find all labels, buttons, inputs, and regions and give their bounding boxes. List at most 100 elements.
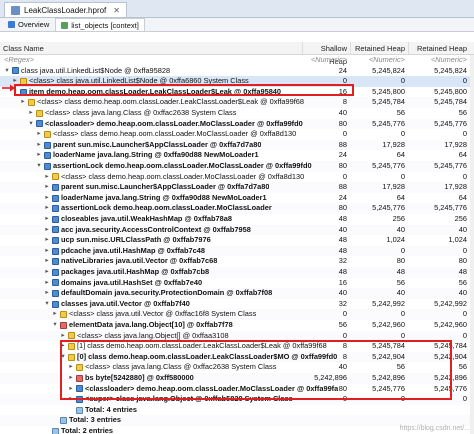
expanded-twistie-icon[interactable]: ▾: [28, 119, 34, 130]
retained-heap-cell-2: 40: [458, 288, 467, 298]
table-row[interactable]: ▾ elementData java.lang.Object[10] @ 0xff…: [0, 320, 474, 331]
collapsed-twistie-icon[interactable]: ▸: [44, 193, 50, 204]
retained-heap-cell-2: 0: [462, 309, 467, 319]
collapsed-twistie-icon[interactable]: ▸: [44, 214, 50, 225]
collapsed-twistie-icon[interactable]: ▸: [44, 288, 50, 299]
row-label: packages java.util.HashMap @ 0xffab7cb8: [61, 267, 210, 276]
table-row[interactable]: ▸ pdcache java.util.HashMap @ 0xffab7c48 4…: [0, 245, 474, 257]
retained-heap-cell-2: 48: [458, 267, 467, 276]
table-row[interactable]: ▸ domains java.util.HashSet @ 0xffab7e40 1…: [0, 278, 474, 289]
shallow-filter-input[interactable]: <Numeric>: [302, 55, 350, 66]
retained-heap-cell-2: 0: [462, 245, 467, 255]
retained-heap-cell: 0: [400, 76, 405, 86]
tab-list-objects-label: list_objects [context]: [71, 20, 139, 30]
row-label: assertionLock demo.heap.oom.classLoader.…: [53, 161, 312, 170]
collapsed-twistie-icon[interactable]: ▸: [20, 97, 26, 108]
table-row[interactable]: ▸ parent sun.misc.Launcher$AppClassLoader…: [0, 139, 474, 151]
object-icon: [36, 120, 43, 128]
row-label: loaderName java.lang.String @ 0xffa90d88…: [61, 192, 267, 202]
object-icon: [52, 300, 59, 308]
table-row[interactable]: ▸ <class> class demo.heap.oom.classLoader…: [0, 129, 474, 140]
retained-heap-cell-2: 5,245,824: [434, 65, 467, 75]
row-label: ucp sun.misc.URLClassPath @ 0xffab7976: [61, 235, 211, 245]
shallow-heap-cell: 88: [338, 182, 347, 192]
collapsed-twistie-icon[interactable]: ▸: [44, 172, 50, 183]
collapsed-twistie-icon[interactable]: ▸: [36, 150, 42, 161]
collapsed-twistie-icon[interactable]: ▸: [36, 140, 42, 151]
shallow-heap-cell: 8: [342, 97, 347, 107]
collapsed-twistie-icon[interactable]: ▸: [44, 225, 50, 236]
row-label: closeables java.util.WeakHashMap @ 0xffa…: [61, 214, 232, 223]
column-class-name[interactable]: Class Name: [0, 42, 302, 55]
retained-heap-cell: 256: [392, 214, 405, 223]
table-row[interactable]: ▸ <class> class demo.heap.oom.classLoader…: [0, 97, 474, 108]
table-row[interactable]: ▾ classes java.util.Vector @ 0xffab7f40 32…: [0, 299, 474, 310]
retained-heap-cell: 17,928: [382, 182, 405, 192]
column-retained-heap-2[interactable]: Retained Heap: [408, 42, 470, 55]
class-icon: [44, 130, 51, 138]
table-row[interactable]: ▸ <class> class java.lang.Class @ 0xffac2…: [0, 108, 474, 119]
retained-heap-cell-2: 5,245,784: [434, 97, 467, 107]
shallow-heap-cell: 0: [342, 309, 347, 319]
table-row[interactable]: ▸ parent sun.misc.Launcher$AppClassLoader…: [0, 182, 474, 193]
shallow-heap-cell: 0: [342, 129, 347, 139]
collapsed-twistie-icon[interactable]: ▸: [44, 278, 50, 289]
table-row[interactable]: ▸ nativeLibraries java.util.Vector @ 0xff…: [0, 256, 474, 267]
tab-list-objects[interactable]: list_objects [context]: [55, 18, 145, 31]
retained-filter-input[interactable]: <Numeric>: [350, 55, 408, 66]
table-row[interactable]: ▸ assertionLock demo.heap.oom.classLoader…: [0, 203, 474, 214]
list-icon: [61, 21, 69, 29]
retained-heap-cell: 64: [396, 192, 405, 202]
vertical-scrollbar[interactable]: [470, 55, 474, 434]
table-row[interactable]: ▸ loaderName java.lang.String @ 0xffa90d8…: [0, 193, 474, 204]
collapsed-twistie-icon[interactable]: ▸: [44, 182, 50, 193]
retained-heap-cell: 64: [396, 150, 405, 160]
table-row[interactable]: ▾ <classloader> demo.heap.oom.classLoader…: [0, 118, 474, 130]
table-row[interactable]: ▾ assertionLock demo.heap.oom.classLoader…: [0, 161, 474, 172]
collapsed-twistie-icon[interactable]: ▸: [44, 246, 50, 257]
table-row[interactable]: ▸ defaultDomain java.security.ProtectionD…: [0, 288, 474, 299]
table-row[interactable]: ▾ class java.util.LinkedList$Node @ 0xffa…: [0, 66, 474, 77]
editor-subtabs: Overview list_objects [context]: [0, 18, 474, 32]
column-shallow-heap[interactable]: Shallow Heap: [302, 42, 350, 66]
retained-heap-cell-2: 17,928: [444, 139, 467, 149]
retained-heap-cell: 5,245,776: [372, 118, 405, 128]
highlight-element-block: [60, 340, 452, 400]
object-icon: [44, 162, 51, 170]
retained2-filter-input[interactable]: <Numeric>: [408, 55, 470, 66]
table-row[interactable]: ▸ <class> class demo.heap.oom.classLoader…: [0, 172, 474, 183]
collapsed-twistie-icon[interactable]: ▸: [44, 256, 50, 267]
row-label: Total: 2 entries: [61, 426, 114, 434]
collapsed-twistie-icon[interactable]: ▸: [36, 129, 42, 140]
row-label: parent sun.misc.Launcher$AppClassLoader …: [61, 182, 270, 192]
table-row[interactable]: ▸ acc java.security.AccessControlContext …: [0, 224, 474, 236]
table-row[interactable]: ▸ loaderName java.lang.String @ 0xffa90d8…: [0, 150, 474, 161]
collapsed-twistie-icon[interactable]: ▸: [52, 309, 58, 320]
table-row[interactable]: ▸ packages java.util.HashMap @ 0xffab7cb8…: [0, 267, 474, 278]
table-row[interactable]: ▸ ucp sun.misc.URLClassPath @ 0xffab7976 4…: [0, 235, 474, 246]
retained-heap-cell: 5,242,992: [372, 298, 405, 308]
table-row[interactable]: ▸ <class> class java.util.Vector @ 0xffac…: [0, 309, 474, 320]
collapsed-twistie-icon[interactable]: ▸: [28, 108, 34, 119]
collapsed-twistie-icon[interactable]: ▸: [44, 267, 50, 278]
retained-heap-cell-2: 56: [458, 108, 467, 117]
column-retained-heap[interactable]: Retained Heap: [350, 42, 408, 55]
table-row[interactable]: Total: 4 entries: [0, 405, 474, 416]
tab-overview[interactable]: Overview: [2, 18, 55, 31]
close-icon[interactable]: ✕: [113, 6, 120, 15]
expanded-twistie-icon[interactable]: ▾: [36, 161, 42, 172]
shallow-heap-cell: 0: [342, 171, 347, 181]
retained-heap-cell-2: 0: [462, 171, 467, 181]
collapsed-twistie-icon[interactable]: ▸: [44, 203, 50, 214]
file-tab[interactable]: LeakClassLoader.hprof ✕: [4, 2, 127, 17]
retained-heap-cell-2: 64: [458, 192, 467, 202]
table-row[interactable]: ▸ closeables java.util.WeakHashMap @ 0xff…: [0, 214, 474, 225]
retained-heap-cell-2: 64: [458, 150, 467, 160]
object-icon: [52, 289, 59, 297]
expanded-twistie-icon[interactable]: ▾: [4, 66, 10, 77]
collapsed-twistie-icon[interactable]: ▸: [44, 235, 50, 246]
regex-filter-input[interactable]: <Regex>: [4, 55, 34, 66]
expanded-twistie-icon[interactable]: ▾: [52, 320, 58, 331]
expanded-twistie-icon[interactable]: ▾: [44, 299, 50, 310]
retained-heap-cell-2: 17,928: [444, 182, 467, 192]
